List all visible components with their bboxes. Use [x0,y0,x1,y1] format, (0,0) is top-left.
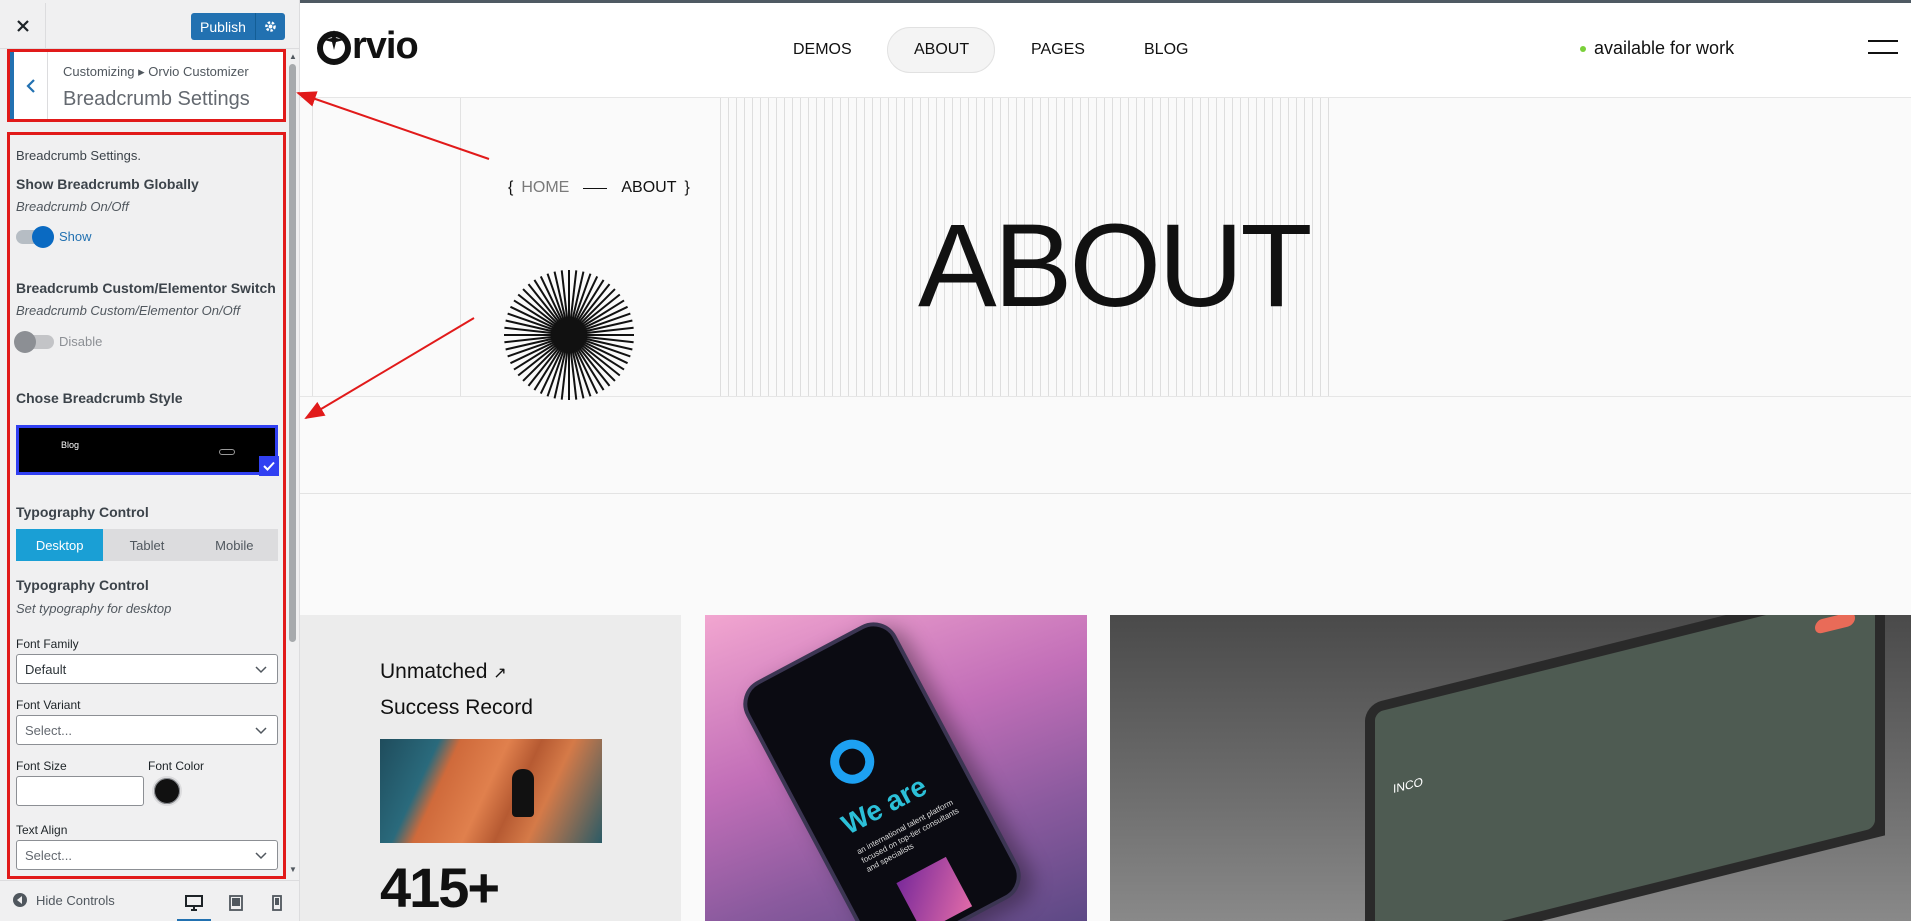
app-window: Publish Customizing ▸ Orvio Customizer B… [0,0,1911,921]
annotation-arrow [304,317,475,420]
annotation-arrows [296,91,490,420]
annotation-arrow [296,91,490,160]
